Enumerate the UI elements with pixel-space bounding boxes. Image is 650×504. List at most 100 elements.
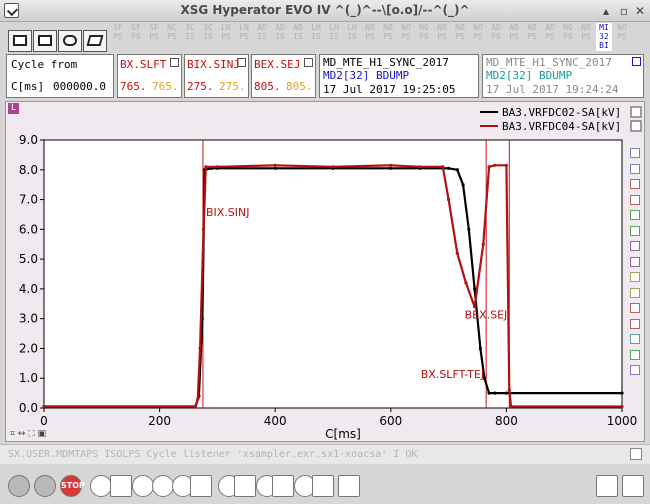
display-icon[interactable] — [8, 30, 32, 52]
status-cell[interactable]: 3C IS — [182, 23, 198, 51]
close-box-icon[interactable] — [170, 58, 179, 67]
data-point — [467, 227, 471, 231]
data-point — [455, 168, 459, 172]
close-box-icon[interactable] — [632, 57, 641, 66]
data-point — [331, 165, 335, 169]
status-cell[interactable]: SF PS — [146, 23, 162, 51]
status-cell[interactable]: NO PS — [614, 23, 630, 51]
data-point — [473, 287, 477, 291]
status-toggle-icon[interactable] — [630, 448, 642, 460]
status-cell[interactable]: LH IS — [308, 23, 324, 51]
circle-icon[interactable] — [132, 475, 154, 497]
circle-icon[interactable] — [152, 475, 174, 497]
maximize-button[interactable]: ▫ — [616, 3, 632, 19]
series-toggle-icon[interactable] — [630, 225, 640, 236]
grid-icon[interactable] — [312, 475, 334, 497]
series-toggle-icon[interactable] — [630, 241, 640, 251]
x-tick-label: 800 — [495, 414, 518, 428]
status-cell[interactable]: LN PS — [218, 23, 234, 51]
y-tick-label: 2.0 — [19, 341, 38, 355]
x-tick-label: 0 — [40, 414, 48, 428]
grid-icon[interactable] — [234, 475, 256, 497]
table-icon[interactable] — [33, 30, 57, 52]
status-cell[interactable]: NO PS — [452, 23, 468, 51]
series-toggle-icon[interactable] — [630, 349, 640, 360]
c-value[interactable]: 000000.0 — [53, 80, 106, 93]
window-title: XSG Hyperator EVO IV ^(_)^--\[o.o]/--^(_… — [180, 3, 470, 17]
x-axis-label: C[ms] — [325, 427, 361, 441]
status-cell[interactable]: MI 32 BI — [596, 23, 612, 51]
plot-area — [43, 139, 623, 409]
status-cell[interactable]: SF PS — [110, 23, 126, 51]
data-point — [447, 166, 451, 170]
grid-icon[interactable] — [190, 475, 212, 497]
arrows-icon[interactable] — [338, 475, 360, 497]
data-point — [487, 391, 491, 395]
status-cell[interactable]: AD PS — [488, 23, 504, 51]
y-tick-label: 8.0 — [19, 163, 38, 177]
series-toggle-icon[interactable] — [630, 179, 640, 189]
status-cell[interactable]: AD IS — [254, 23, 270, 51]
series-toggle-icon[interactable] — [630, 194, 640, 205]
data-point — [196, 397, 200, 401]
series-toggle-icon[interactable] — [630, 148, 640, 158]
io-left-icon[interactable] — [596, 475, 618, 497]
status-cell[interactable]: NO PS — [434, 23, 450, 51]
status-cell[interactable]: AD PS — [506, 23, 522, 51]
status-cell[interactable]: AD PS — [542, 23, 558, 51]
status-cell[interactable]: NO PS — [470, 23, 486, 51]
series-toggle-icon[interactable] — [630, 365, 640, 375]
status-cell[interactable]: NO PS — [398, 23, 414, 51]
status-cell[interactable]: 3C IS — [200, 23, 216, 51]
series-toggle-icon[interactable] — [630, 303, 640, 313]
blm-name: BIX.SINJ — [187, 58, 240, 71]
cycle-circle-icon[interactable] — [90, 475, 112, 497]
edit-icon[interactable] — [83, 30, 107, 52]
status-cell[interactable]: AD IS — [272, 23, 288, 51]
bike-icon[interactable] — [58, 30, 82, 52]
data-point — [418, 165, 422, 169]
blm-value-2: 805. — [286, 80, 313, 93]
status-cell[interactable]: AD IS — [290, 23, 306, 51]
io-right-icon[interactable] — [622, 475, 644, 497]
blm-value-1: 275. — [187, 80, 214, 93]
legend-toggle-icon — [630, 106, 642, 118]
status-cell[interactable]: NC PS — [164, 23, 180, 51]
status-cell[interactable]: NO PS — [380, 23, 396, 51]
series-toggle-icon[interactable] — [630, 163, 640, 174]
status-cell[interactable]: LH IS — [344, 23, 360, 51]
bottom-toolbar: STOP — [0, 466, 650, 504]
app-window: XSG Hyperator EVO IV ^(_)^--\[o.o]/--^(_… — [0, 0, 650, 504]
status-cell[interactable]: NO PS — [578, 23, 594, 51]
series-toggle-icon[interactable] — [630, 256, 640, 267]
marker-label: BEX.SEJ — [465, 309, 508, 322]
series-toggle-icon[interactable] — [630, 287, 640, 298]
series-toggle-icon[interactable] — [630, 272, 640, 282]
data-point — [273, 163, 277, 167]
status-message: SX.USER.MDMTAPS ISOLPS Cycle listener 'x… — [8, 449, 418, 460]
close-box-icon[interactable] — [304, 58, 313, 67]
y-tick-label: 4.0 — [19, 282, 38, 296]
blm-panel: BIX.SINJ 275. 275. — [184, 54, 249, 98]
series-toggle-icon[interactable] — [630, 318, 640, 329]
series-toggle-icon[interactable] — [630, 210, 640, 220]
data-point — [447, 197, 451, 202]
status-cell[interactable]: LN PS — [236, 23, 252, 51]
data-point — [509, 404, 513, 409]
close-button[interactable]: ✕ — [632, 3, 648, 19]
status-cell[interactable]: NO PS — [560, 23, 576, 51]
shade-button[interactable]: ▴ — [598, 3, 614, 19]
status-cell[interactable]: LH IS — [326, 23, 342, 51]
status-cell[interactable]: NO PS — [416, 23, 432, 51]
legend-label: BA3.VRFDC02-SA[kV] — [502, 106, 621, 119]
grid-icon[interactable] — [272, 475, 294, 497]
pulse-icon[interactable] — [110, 475, 132, 497]
status-cell[interactable]: AD PS — [524, 23, 540, 51]
sync-right-line3: 17 Jul 2017 19:24:24 — [486, 83, 619, 96]
status-cell[interactable]: NO PS — [362, 23, 378, 51]
blm-name: BX.SLFT — [120, 58, 167, 71]
close-box-icon[interactable] — [237, 58, 246, 67]
series-toggle-icon[interactable] — [630, 334, 640, 344]
stop-icon[interactable]: STOP — [60, 475, 85, 497]
status-cell[interactable]: SF PS — [128, 23, 144, 51]
